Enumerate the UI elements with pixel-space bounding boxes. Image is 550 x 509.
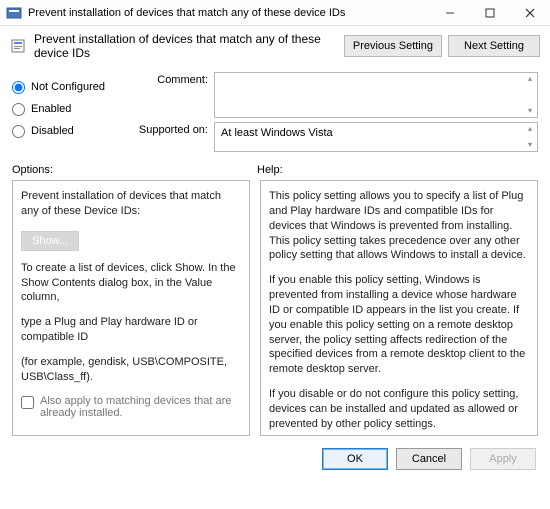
button-bar: OK Cancel Apply [0,442,550,480]
apply-button[interactable]: Apply [470,448,536,470]
radio-enabled-input[interactable] [12,103,25,116]
ok-button[interactable]: OK [322,448,388,470]
scroll-up-icon[interactable]: ▴ [524,74,536,84]
window-controls [430,0,550,25]
options-instruction-2: type a Plug and Play hardware ID or comp… [21,315,241,345]
radio-not-configured-input[interactable] [12,81,25,94]
radio-enabled-label: Enabled [31,103,71,115]
also-apply-checkbox[interactable] [21,396,34,409]
help-panel: This policy setting allows you to specif… [260,180,538,436]
comment-input[interactable]: ▴ ▾ [214,72,538,118]
also-apply-row[interactable]: Also apply to matching devices that are … [21,395,241,419]
options-column-label: Options: [12,164,257,176]
policy-icon [10,38,26,54]
supported-value: At least Windows Vista [221,127,333,139]
radio-disabled[interactable]: Disabled [12,120,132,142]
options-panel: Prevent installation of devices that mat… [12,180,250,436]
radio-disabled-input[interactable] [12,125,25,138]
field-column: Comment: ▴ ▾ Supported on: At least Wind… [132,72,538,156]
window-title: Prevent installation of devices that mat… [28,7,430,19]
radio-enabled[interactable]: Enabled [12,98,132,120]
maximize-button[interactable] [470,0,510,25]
radio-not-configured[interactable]: Not Configured [12,76,132,98]
radio-disabled-label: Disabled [31,125,74,137]
state-radios: Not Configured Enabled Disabled [12,72,132,156]
options-example: (for example, gendisk, USB\COMPOSITE, US… [21,355,241,385]
minimize-button[interactable] [430,0,470,25]
supported-box: At least Windows Vista ▴ ▾ [214,122,538,152]
comment-label: Comment: [132,72,214,118]
app-icon [6,5,22,21]
scroll-down-icon[interactable]: ▾ [524,140,536,150]
help-paragraph-2: If you enable this policy setting, Windo… [269,273,529,377]
help-paragraph-1: This policy setting allows you to specif… [269,189,529,263]
radio-not-configured-label: Not Configured [31,81,105,93]
next-setting-button[interactable]: Next Setting [448,35,540,57]
panels-row: Prevent installation of devices that mat… [0,180,550,442]
options-instruction-1: To create a list of devices, click Show.… [21,261,241,306]
also-apply-label: Also apply to matching devices that are … [40,395,241,419]
scroll-up-icon[interactable]: ▴ [524,124,536,134]
policy-header: Prevent installation of devices that mat… [0,26,550,68]
help-paragraph-3: If you disable or do not configure this … [269,387,529,432]
config-area: Not Configured Enabled Disabled Comment:… [0,68,550,162]
title-bar: Prevent installation of devices that mat… [0,0,550,26]
scroll-down-icon[interactable]: ▾ [524,106,536,116]
policy-title: Prevent installation of devices that mat… [34,32,338,60]
comment-scroll-arrows: ▴ ▾ [524,74,536,116]
supported-label: Supported on: [132,122,214,152]
close-button[interactable] [510,0,550,25]
help-column-label: Help: [257,164,283,176]
previous-setting-button[interactable]: Previous Setting [344,35,442,57]
supported-scroll-arrows: ▴ ▾ [524,124,536,150]
column-labels: Options: Help: [0,162,550,180]
cancel-button[interactable]: Cancel [396,448,462,470]
show-button[interactable]: Show... [21,231,79,251]
options-heading: Prevent installation of devices that mat… [21,189,241,219]
